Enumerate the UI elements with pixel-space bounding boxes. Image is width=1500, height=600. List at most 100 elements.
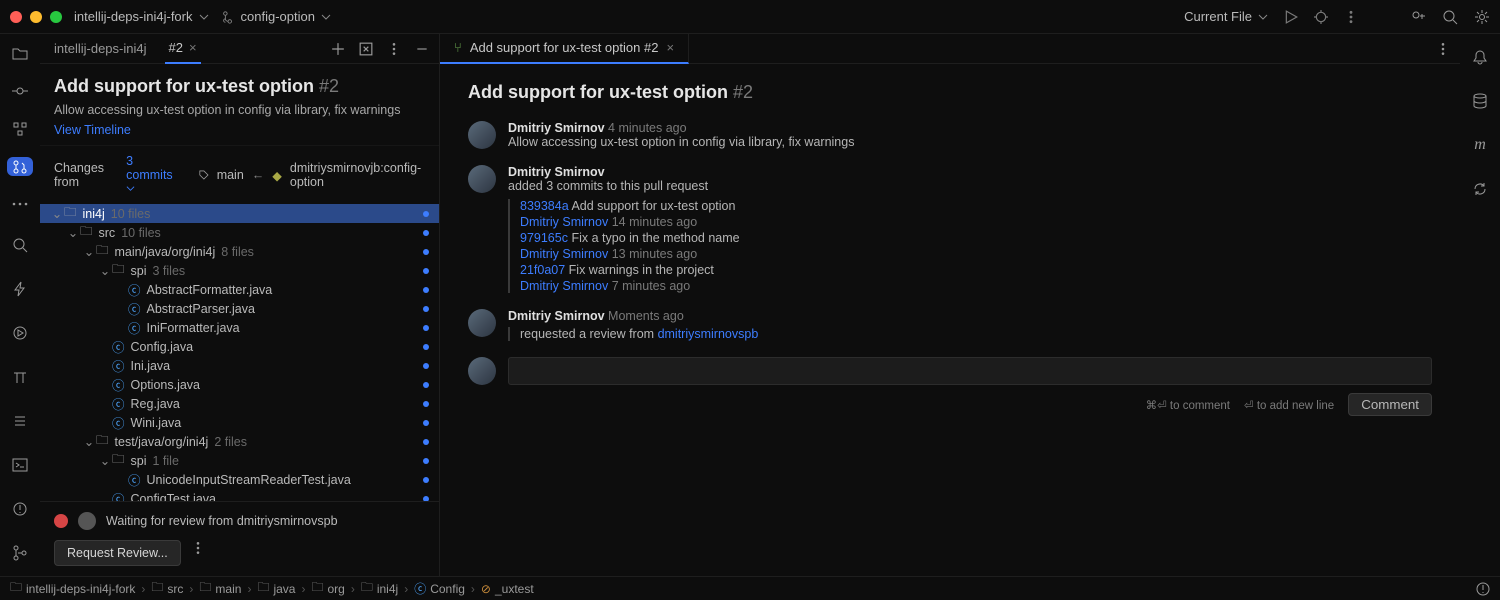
breadcrumb-item[interactable]: 🗀intellij-deps-ini4j-fork xyxy=(10,578,135,599)
timeline-item-commits: Dmitriy Smirnov added 3 commits to this … xyxy=(468,165,1432,293)
more-icon[interactable] xyxy=(1436,42,1450,56)
chevron-down-icon xyxy=(126,184,135,193)
commit-sha[interactable]: 21f0a07 xyxy=(520,263,565,277)
tree-file[interactable]: ⓒReg.java xyxy=(40,394,439,413)
tree-file[interactable]: ⓒOptions.java xyxy=(40,375,439,394)
breadcrumb-item[interactable]: 🗀org xyxy=(311,578,344,599)
pull-requests-panel: intellij-deps-ini4j #2 × Add support for… xyxy=(40,34,440,576)
close-tab-icon[interactable]: × xyxy=(189,40,197,55)
tree-file[interactable]: ⓒConfig.java xyxy=(40,337,439,356)
settings-icon[interactable] xyxy=(1474,9,1490,25)
user-link[interactable]: Dmitriy Smirnov xyxy=(520,247,608,261)
notifications-button[interactable] xyxy=(1467,44,1493,70)
tree-file[interactable]: ⓒWini.java xyxy=(40,413,439,432)
structure-tool-button[interactable] xyxy=(7,119,33,139)
project-name: intellij-deps-ini4j-fork xyxy=(74,9,193,24)
breadcrumbs[interactable]: 🗀intellij-deps-ini4j-fork›🗀src›🗀main›🗀ja… xyxy=(10,578,534,599)
search-icon[interactable] xyxy=(1442,9,1458,25)
minimize-icon[interactable] xyxy=(415,42,429,56)
structure-icon xyxy=(12,121,28,137)
tree-file[interactable]: ⓒIniFormatter.java xyxy=(40,318,439,337)
chevron-down-icon xyxy=(1258,12,1268,22)
branch-selector[interactable]: config-option xyxy=(221,9,331,24)
request-review-button[interactable]: Request Review... xyxy=(54,540,181,566)
base-branch[interactable]: main xyxy=(217,168,244,182)
left-tool-rail xyxy=(0,34,40,576)
tree-file[interactable]: ⓒIni.java xyxy=(40,356,439,375)
breadcrumb-item[interactable]: ⊘_uxtest xyxy=(481,582,534,596)
event-text: added 3 commits to this pull request xyxy=(508,179,740,193)
tree-folder[interactable]: ⌄🗀src10 files xyxy=(40,223,439,242)
commit-sha[interactable]: 839384a xyxy=(520,199,569,213)
author-name[interactable]: Dmitriy Smirnov xyxy=(508,165,605,179)
close-tab-icon[interactable]: × xyxy=(666,40,674,55)
tree-file[interactable]: ⓒConfigTest.java xyxy=(40,489,439,501)
panel-tab-repo[interactable]: intellij-deps-ini4j xyxy=(50,34,151,64)
tree-file[interactable]: ⓒAbstractFormatter.java xyxy=(40,280,439,299)
chevron-down-icon: ⌄ xyxy=(66,225,80,240)
add-icon[interactable] xyxy=(331,42,345,56)
tree-folder[interactable]: ⌄🗀ini4j10 files xyxy=(40,204,439,223)
breadcrumb-item[interactable]: 🗀main xyxy=(199,578,241,599)
chevron-right-icon: › xyxy=(404,582,408,596)
terminal-tool-button[interactable] xyxy=(7,452,33,478)
close-window[interactable] xyxy=(10,11,22,23)
expand-icon[interactable] xyxy=(359,42,373,56)
tree-file[interactable]: ⓒAbstractParser.java xyxy=(40,299,439,318)
more-icon[interactable] xyxy=(387,42,401,56)
more-tools-button[interactable] xyxy=(7,194,33,214)
head-branch[interactable]: dmitriysmirnovjb:config-option xyxy=(290,161,425,189)
debug-icon[interactable] xyxy=(1314,10,1328,24)
minimize-window[interactable] xyxy=(30,11,42,23)
changed-files-tree[interactable]: ⌄🗀ini4j10 files⌄🗀src10 files⌄🗀main/java/… xyxy=(40,204,439,501)
project-selector[interactable]: intellij-deps-ini4j-fork xyxy=(74,9,209,24)
project-tool-button[interactable] xyxy=(7,44,33,64)
tree-folder[interactable]: ⌄🗀spi3 files xyxy=(40,261,439,280)
ai-tool-button[interactable] xyxy=(7,276,33,302)
pr-title-text: Add support for ux-test option xyxy=(468,82,728,102)
more-icon[interactable] xyxy=(1344,10,1358,24)
code-with-me-icon[interactable] xyxy=(1410,9,1426,25)
comment-input[interactable] xyxy=(508,357,1432,385)
warning-icon[interactable] xyxy=(1476,582,1490,596)
user-link[interactable]: dmitriysmirnovspb xyxy=(658,327,759,341)
user-link[interactable]: Dmitriy Smirnov xyxy=(520,279,608,293)
maven-icon: m xyxy=(1474,136,1486,154)
breadcrumb-item[interactable]: 🗀java xyxy=(257,578,295,599)
tree-folder[interactable]: ⌄🗀main/java/org/ini4j8 files xyxy=(40,242,439,261)
search-icon xyxy=(12,237,28,253)
more-icon[interactable] xyxy=(191,541,205,555)
coverage-tool-button[interactable] xyxy=(1467,176,1493,202)
run-config-selector[interactable]: Current File xyxy=(1184,9,1268,24)
search-tool-button[interactable] xyxy=(7,232,33,258)
tree-file[interactable]: ⓒUnicodeInputStreamReaderTest.java xyxy=(40,470,439,489)
view-timeline-link[interactable]: View Timeline xyxy=(54,123,425,137)
timestamp: 7 minutes ago xyxy=(612,279,691,293)
database-tool-button[interactable] xyxy=(1467,88,1493,114)
commit-tool-button[interactable] xyxy=(7,82,33,102)
todo-tool-button[interactable] xyxy=(7,408,33,434)
tree-folder[interactable]: ⌄🗀spi1 file xyxy=(40,451,439,470)
breadcrumb-item[interactable]: 🗀ini4j xyxy=(361,578,398,599)
vcs-tool-button[interactable] xyxy=(7,540,33,566)
maven-tool-button[interactable]: m xyxy=(1467,132,1493,158)
author-name[interactable]: Dmitriy Smirnov xyxy=(508,121,605,135)
run-icon[interactable] xyxy=(1284,10,1298,24)
editor-tab-pr[interactable]: ⑂ Add support for ux-test option #2 × xyxy=(440,34,689,64)
commits-dropdown[interactable]: 3 commits xyxy=(126,154,183,196)
zoom-window[interactable] xyxy=(50,11,62,23)
breadcrumb-item[interactable]: ⓒConfig xyxy=(414,580,465,597)
commit-sha[interactable]: 979165c xyxy=(520,231,568,245)
panel-tab-pr[interactable]: #2 × xyxy=(165,34,201,64)
problems-tool-button[interactable] xyxy=(7,496,33,522)
author-name[interactable]: Dmitriy Smirnov xyxy=(508,309,605,323)
tree-folder[interactable]: ⌄🗀test/java/org/ini4j2 files xyxy=(40,432,439,451)
user-link[interactable]: Dmitriy Smirnov xyxy=(520,215,608,229)
build-tool-button[interactable] xyxy=(7,364,33,390)
breadcrumb-item[interactable]: 🗀src xyxy=(151,578,183,599)
review-status: Waiting for review from dmitriysmirnovsp… xyxy=(54,512,425,530)
comment-button[interactable]: Comment xyxy=(1348,393,1432,416)
pull-requests-tool-button[interactable] xyxy=(7,157,33,177)
arrow-left-icon: ← xyxy=(252,168,265,182)
run-tool-button[interactable] xyxy=(7,320,33,346)
